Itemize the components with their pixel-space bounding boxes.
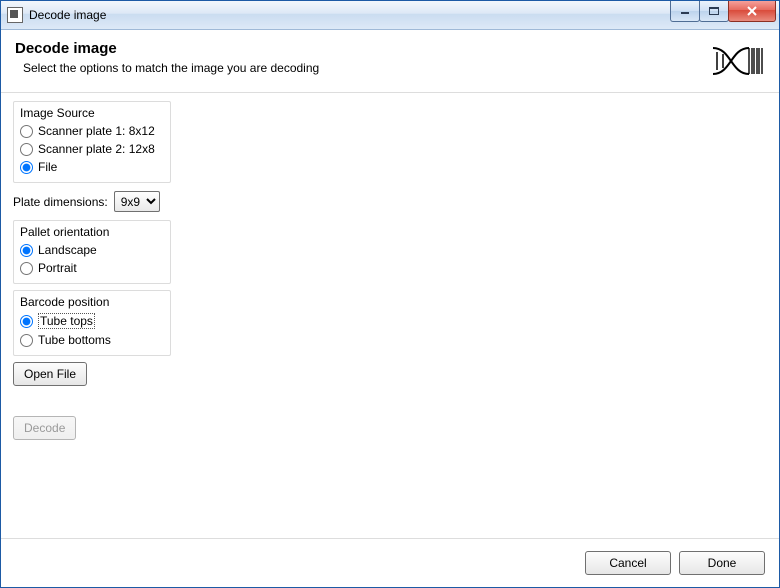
decode-button[interactable]: Decode [13,416,76,440]
dialog-body: Image Source Scanner plate 1: 8x12 Scann… [1,93,779,538]
plate-dimensions-select[interactable]: 9x9 [114,191,160,212]
radio-scanner1-label: Scanner plate 1: 8x12 [38,124,155,138]
radio-scanner2[interactable]: Scanner plate 2: 12x8 [20,140,164,158]
radio-portrait-input[interactable] [20,262,33,275]
radio-tube-bottoms-label: Tube bottoms [38,333,111,347]
window-title: Decode image [29,8,671,22]
radio-tube-bottoms-input[interactable] [20,334,33,347]
app-icon [7,7,23,23]
radio-file-label: File [38,160,57,174]
cancel-button[interactable]: Cancel [585,551,671,575]
maximize-button[interactable] [699,1,729,22]
dialog-header: Decode image Select the options to match… [1,30,779,93]
close-icon [746,6,758,16]
page-title: Decode image [15,40,711,57]
barcode-position-group: Barcode position Tube tops Tube bottoms [13,290,171,356]
window-frame: Decode image Decode image Select the opt… [0,0,780,588]
maximize-icon [709,7,719,15]
image-preview-area [181,101,767,530]
minimize-icon [680,7,690,15]
radio-landscape-label: Landscape [38,243,97,257]
radio-scanner1-input[interactable] [20,125,33,138]
radio-tube-tops-input[interactable] [20,315,33,328]
pallet-orientation-legend: Pallet orientation [20,225,164,239]
radio-tube-bottoms[interactable]: Tube bottoms [20,331,164,349]
dna-barcode-logo-icon [711,42,765,80]
radio-tube-tops-label: Tube tops [38,313,95,329]
done-button[interactable]: Done [679,551,765,575]
options-panel: Image Source Scanner plate 1: 8x12 Scann… [13,101,171,530]
radio-file[interactable]: File [20,158,164,176]
pallet-orientation-group: Pallet orientation Landscape Portrait [13,220,171,284]
radio-portrait-label: Portrait [38,261,77,275]
header-text: Decode image Select the options to match… [15,40,711,75]
open-file-button[interactable]: Open File [13,362,87,386]
window-controls [671,1,776,21]
plate-dimensions-label: Plate dimensions: [13,195,108,209]
plate-dimensions-row: Plate dimensions: 9x9 [13,189,171,214]
radio-landscape-input[interactable] [20,244,33,257]
radio-portrait[interactable]: Portrait [20,259,164,277]
dialog-footer: Cancel Done [1,538,779,587]
close-button[interactable] [728,1,776,22]
image-source-group: Image Source Scanner plate 1: 8x12 Scann… [13,101,171,183]
minimize-button[interactable] [670,1,700,22]
radio-tube-tops[interactable]: Tube tops [20,311,164,331]
radio-landscape[interactable]: Landscape [20,241,164,259]
radio-scanner2-input[interactable] [20,143,33,156]
radio-scanner1[interactable]: Scanner plate 1: 8x12 [20,122,164,140]
radio-scanner2-label: Scanner plate 2: 12x8 [38,142,155,156]
barcode-position-legend: Barcode position [20,295,164,309]
page-subtitle: Select the options to match the image yo… [23,61,711,75]
titlebar: Decode image [1,1,779,30]
radio-file-input[interactable] [20,161,33,174]
image-source-legend: Image Source [20,106,164,120]
